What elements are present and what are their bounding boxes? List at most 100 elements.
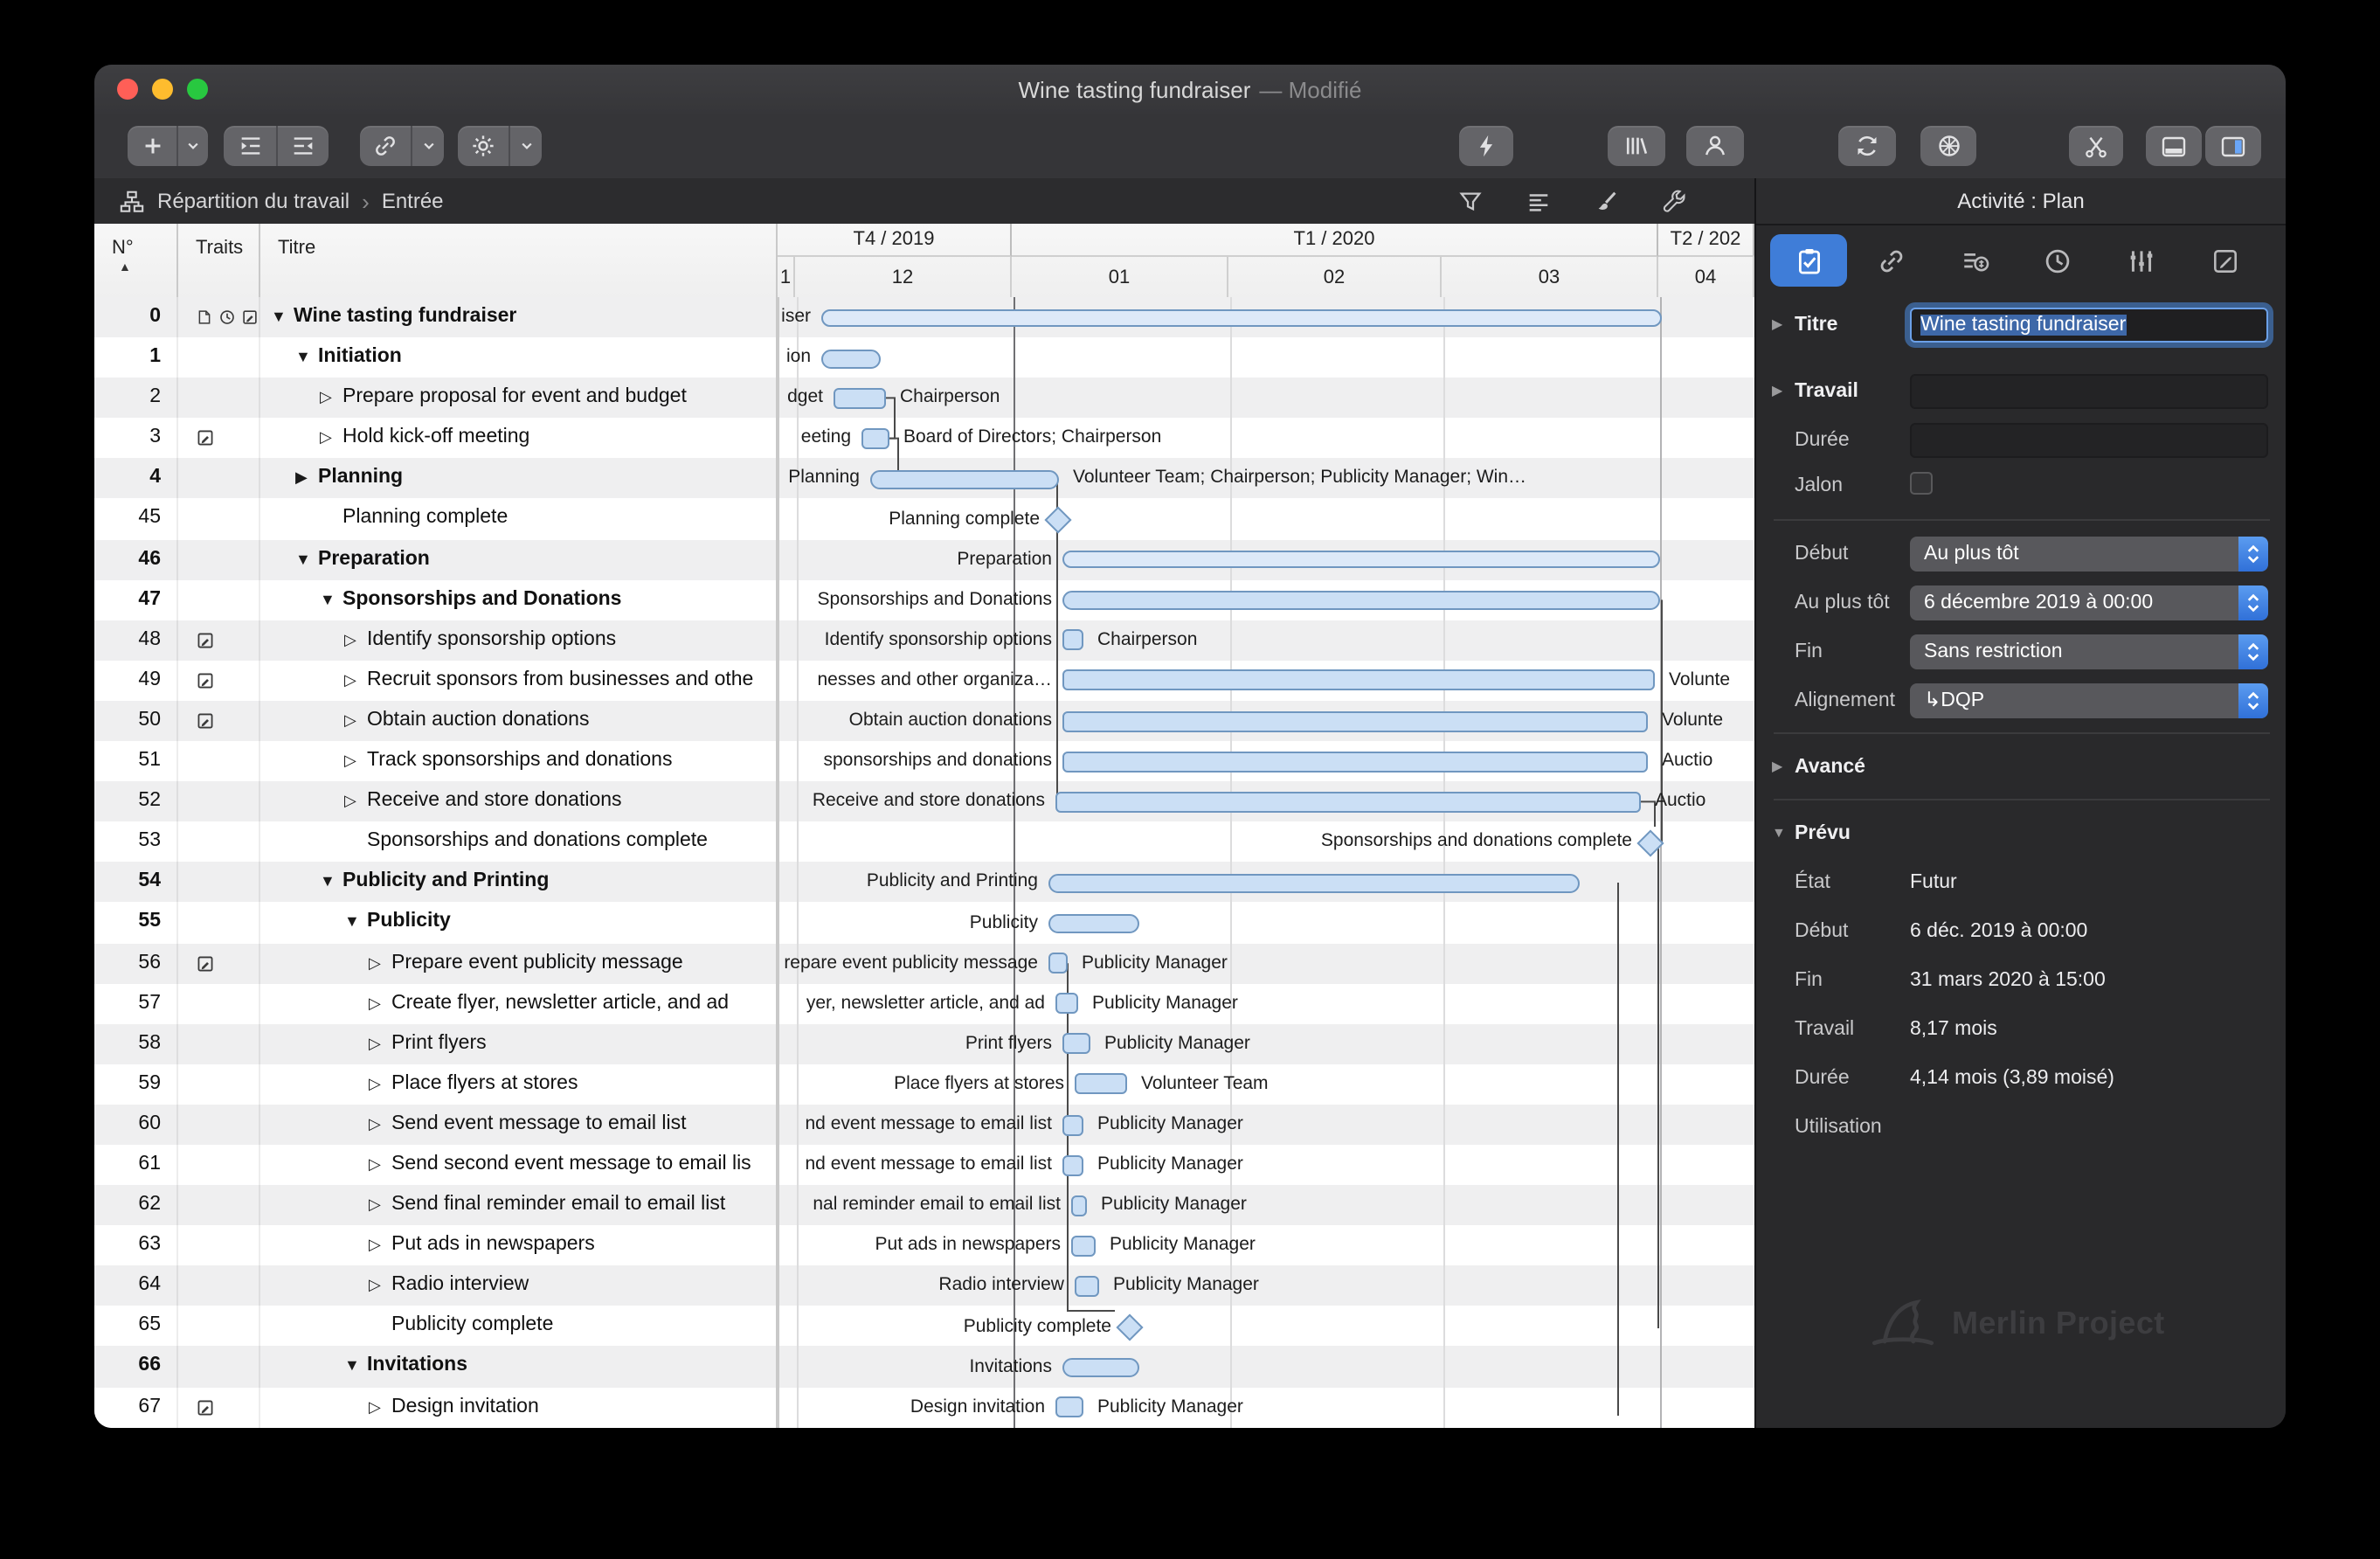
- gantt-bar[interactable]: [1062, 629, 1083, 651]
- timeline-header[interactable]: T4 / 2019 T1 / 2020 T2 / 202 1 12 01 02 03 04: [778, 224, 1754, 297]
- gantt-bar[interactable]: [821, 308, 1662, 326]
- gantt-task-label: iser: [781, 306, 811, 327]
- plus-icon[interactable]: [128, 126, 176, 166]
- chevron-down-icon[interactable]: [178, 126, 208, 166]
- breadcrumb[interactable]: Répartition du travail › Entrée: [119, 188, 444, 214]
- titlebar[interactable]: Wine tasting fundraiser — Modifié: [94, 65, 2286, 115]
- milestone-diamond[interactable]: [1115, 1313, 1143, 1341]
- expand-icon[interactable]: ▶: [295, 459, 318, 499]
- wrench-icon[interactable]: [1662, 188, 1688, 214]
- tab-links[interactable]: [1853, 234, 1930, 287]
- breadcrumb-entry[interactable]: Entrée: [382, 189, 444, 213]
- gantt-bar[interactable]: [1048, 914, 1139, 933]
- gantt-bar[interactable]: [1071, 1195, 1087, 1216]
- tab-finance[interactable]: [1936, 234, 2013, 287]
- durée-input[interactable]: [1910, 423, 2268, 458]
- lightning-icon: [1473, 133, 1499, 159]
- inspector-header: Activité : Plan: [1756, 178, 2286, 225]
- gantt-bar[interactable]: [1075, 1073, 1127, 1095]
- column-header-traits[interactable]: Traits: [178, 224, 260, 297]
- collapse-icon[interactable]: ▼: [344, 903, 367, 943]
- gantt-bar[interactable]: [1062, 1358, 1139, 1378]
- breadcrumb-view[interactable]: Répartition du travail: [157, 189, 349, 213]
- filter-icon[interactable]: [1457, 188, 1484, 214]
- link-activities-button[interactable]: [360, 126, 444, 166]
- zoom-window-button[interactable]: [187, 79, 208, 100]
- tab-style[interactable]: [2186, 234, 2263, 287]
- gantt-bar[interactable]: [861, 427, 889, 449]
- gantt-bar[interactable]: [1048, 873, 1580, 893]
- actions-button[interactable]: [1459, 126, 1513, 166]
- share-button[interactable]: [1920, 126, 1976, 166]
- gantt-bar[interactable]: [821, 349, 881, 369]
- tab-time[interactable]: [2020, 234, 2097, 287]
- disclosure-open-icon[interactable]: ▼: [1772, 825, 1786, 841]
- travail-input[interactable]: [1910, 374, 2268, 409]
- minimize-window-button[interactable]: [152, 79, 173, 100]
- chevron-down-icon[interactable]: [510, 126, 542, 166]
- library-button[interactable]: [1608, 126, 1665, 166]
- resources-button[interactable]: [1686, 126, 1744, 166]
- milestone-diamond[interactable]: [1043, 506, 1071, 534]
- gantt-bar[interactable]: [1062, 591, 1660, 611]
- gantt-task-label: Obtain auction donations: [848, 710, 1052, 731]
- task-title: Sponsorships and Donations: [342, 588, 622, 610]
- collapse-icon[interactable]: ▼: [320, 863, 342, 903]
- gantt-bar[interactable]: [1055, 1396, 1083, 1418]
- collapse-icon[interactable]: ▼: [295, 539, 318, 579]
- gantt-bar[interactable]: [1071, 1235, 1096, 1257]
- gantt-bar[interactable]: [834, 387, 886, 409]
- gantt-bar[interactable]: [1062, 710, 1648, 731]
- task-title: Planning complete: [342, 507, 509, 529]
- gantt-bar[interactable]: [1062, 1033, 1090, 1055]
- indent-icon[interactable]: [224, 126, 276, 166]
- ud-icon: [2245, 542, 2261, 566]
- format-brush-icon[interactable]: [1594, 188, 1620, 214]
- gantt-bar[interactable]: [1075, 1275, 1099, 1297]
- gantt-bar[interactable]: [1062, 751, 1648, 773]
- gantt-bar[interactable]: [1048, 953, 1068, 974]
- outdent-icon[interactable]: [278, 126, 329, 166]
- collapse-icon[interactable]: ▼: [344, 1347, 367, 1387]
- disclosure-closed-icon[interactable]: ▶: [1772, 316, 1782, 332]
- task-marker-icon: ▷: [369, 994, 381, 1012]
- gantt-bar[interactable]: [870, 469, 1059, 489]
- align-icon[interactable]: [1526, 188, 1552, 214]
- new-activity-button[interactable]: [128, 126, 208, 166]
- link-icon[interactable]: [360, 126, 411, 166]
- gantt-task-label: nd event message to email list: [805, 1113, 1053, 1134]
- row-title: Sponsorships and donations complete: [260, 821, 778, 863]
- column-header-title[interactable]: Titre: [260, 224, 778, 297]
- gantt-bar[interactable]: [1055, 993, 1078, 1015]
- gantt-bar[interactable]: [1062, 551, 1660, 569]
- popup-fin[interactable]: Sans restriction: [1910, 634, 2268, 669]
- milestone-checkbox[interactable]: [1910, 472, 1933, 495]
- column-header-number[interactable]: N° ▲: [94, 224, 178, 297]
- row-traits: [178, 337, 260, 378]
- settings-button[interactable]: [458, 126, 542, 166]
- tab-infos[interactable]: [1770, 234, 1847, 287]
- chevron-down-icon[interactable]: [412, 126, 444, 166]
- disclosure-closed-icon[interactable]: ▶: [1772, 759, 1782, 774]
- title-input[interactable]: Wine tasting fundraiser: [1910, 308, 2268, 343]
- gear-icon[interactable]: [458, 126, 509, 166]
- toggle-inspector-button[interactable]: [2205, 126, 2261, 166]
- disclosure-closed-icon[interactable]: ▶: [1772, 383, 1782, 398]
- milestone-diamond[interactable]: [1636, 829, 1664, 857]
- collapse-icon[interactable]: ▼: [320, 579, 342, 620]
- gantt-bar[interactable]: [1062, 1114, 1083, 1135]
- popup-alignement[interactable]: ↳DQP: [1910, 683, 2268, 718]
- gantt-bar[interactable]: [1055, 791, 1641, 813]
- task-title: Print flyers: [391, 1032, 487, 1054]
- close-window-button[interactable]: [117, 79, 138, 100]
- toggle-bottom-panel-button[interactable]: [2146, 126, 2202, 166]
- tools-button[interactable]: [2069, 126, 2123, 166]
- tab-columns[interactable]: [2103, 234, 2180, 287]
- gantt-bar[interactable]: [1062, 669, 1655, 691]
- popup-au-plus-t-t[interactable]: 6 décembre 2019 à 00:00: [1910, 585, 2268, 620]
- sync-button[interactable]: [1838, 126, 1896, 166]
- collapse-icon[interactable]: ▼: [271, 297, 294, 337]
- gantt-bar[interactable]: [1062, 1154, 1083, 1176]
- collapse-icon[interactable]: ▼: [295, 337, 318, 378]
- popup-d-but[interactable]: Au plus tôt: [1910, 537, 2268, 572]
